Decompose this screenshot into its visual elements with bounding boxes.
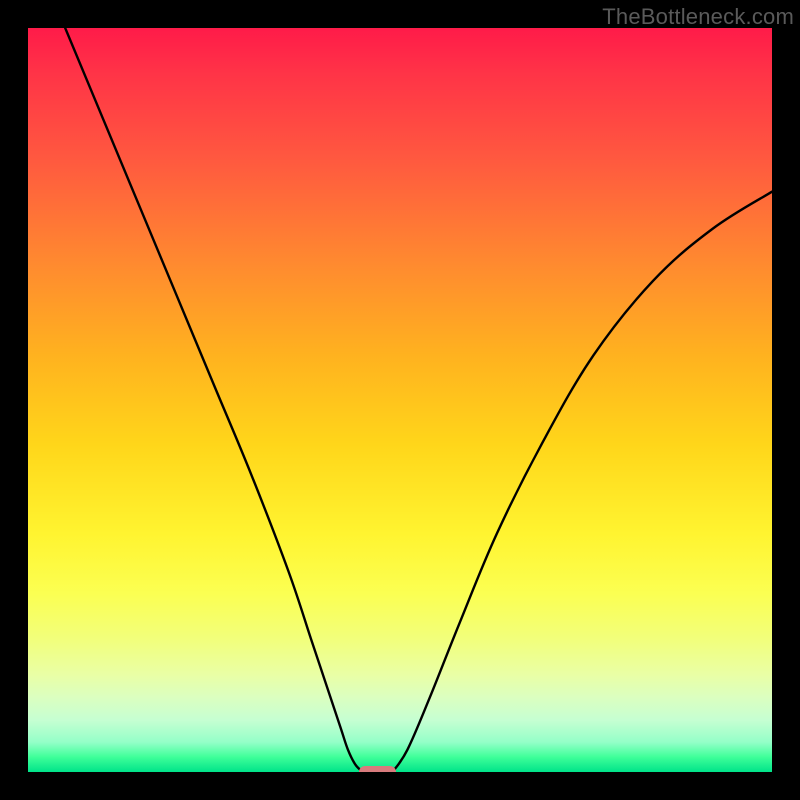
plot-area [28,28,772,772]
watermark-text: TheBottleneck.com [602,4,794,30]
bottleneck-curve [28,28,772,772]
chart-frame: TheBottleneck.com [0,0,800,800]
optimal-marker [359,766,396,772]
